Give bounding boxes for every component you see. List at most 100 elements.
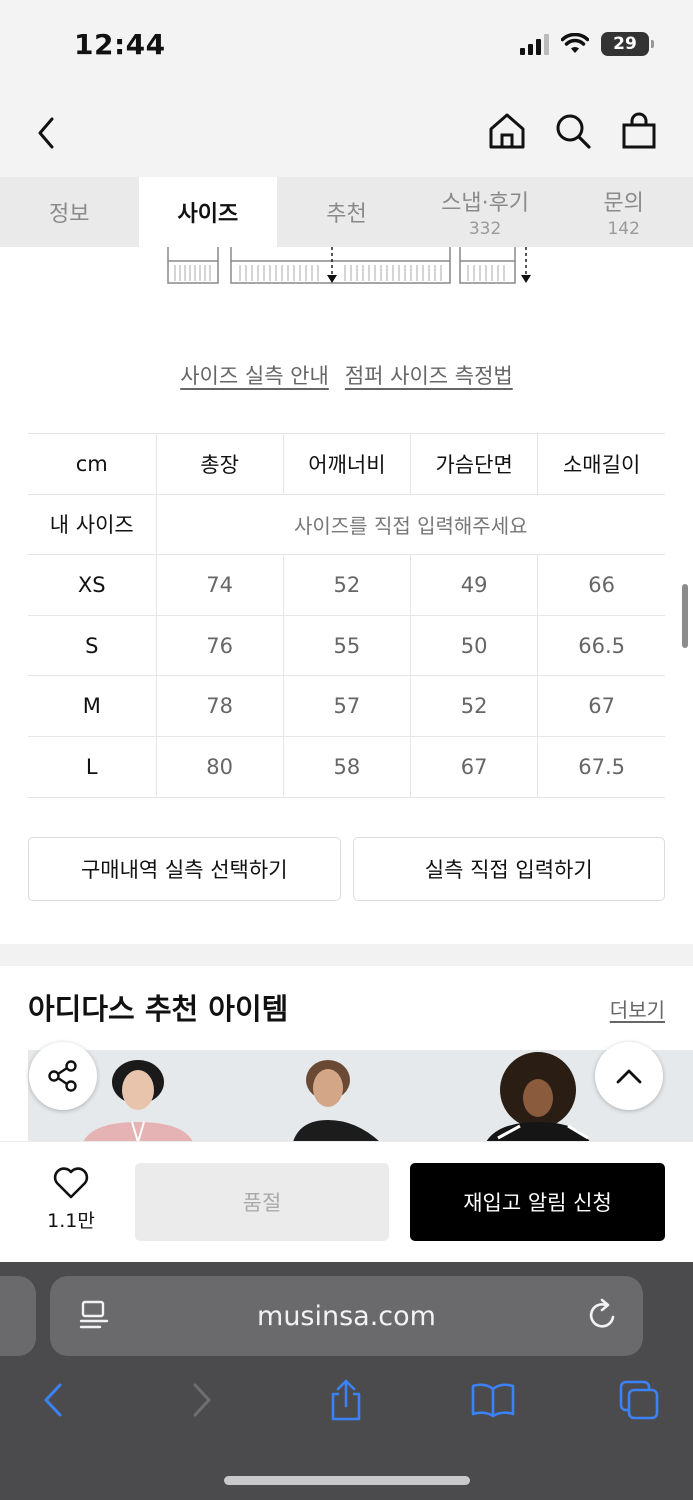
cellular-signal-icon: [520, 33, 549, 55]
chevron-left-icon: [38, 117, 54, 149]
select-from-purchases-button[interactable]: 구매내역 실측 선택하기: [28, 837, 341, 901]
table-header-cell: 어깨너비: [282, 433, 412, 495]
table-cell: 58: [282, 735, 412, 798]
table-cell: 80: [155, 735, 284, 798]
table-cell: 66.5: [537, 614, 665, 677]
table-cell: 67.5: [537, 735, 665, 798]
table-cell: 67: [537, 675, 665, 737]
tabs-icon: [619, 1380, 659, 1420]
like-button[interactable]: 1.1만: [40, 1166, 102, 1233]
back-button[interactable]: [34, 111, 74, 155]
status-time: 12:44: [74, 28, 166, 61]
product-tabs: 정보 사이즈 추천 스냅·후기 332 문의 142: [0, 177, 693, 247]
table-cell: 66: [537, 554, 665, 616]
browser-forward-button[interactable]: [177, 1372, 227, 1428]
table-row: S 76 55 50 66.5: [28, 614, 665, 677]
heart-icon: [53, 1167, 89, 1199]
measure-guide-link[interactable]: 점퍼 사이즈 측정법: [345, 360, 513, 390]
table-row: L 80 58 67 67.5: [28, 735, 665, 798]
table-cell: 67: [409, 735, 539, 798]
sold-out-button: 품절: [135, 1163, 389, 1241]
tab-label: 사이즈: [177, 202, 239, 227]
share-icon: [48, 1060, 77, 1092]
scrollbar[interactable]: [682, 584, 688, 648]
tab-label: 정보: [49, 202, 90, 227]
table-cell: 78: [155, 675, 284, 737]
tab-label: 스냅·후기: [441, 191, 530, 216]
tab-info[interactable]: 정보: [0, 177, 139, 247]
recommend-title: 아디다스 추천 아이템: [28, 992, 289, 1026]
table-row: M 78 57 52 67: [28, 675, 665, 737]
size-table: cm 총장 어깨너비 가슴단면 소매길이 내 사이즈 사이즈를 직접 입력해주세…: [28, 433, 665, 798]
tabs-button[interactable]: [614, 1372, 664, 1428]
tab-count: 332: [468, 219, 502, 239]
home-icon: [489, 113, 525, 149]
size-label: M: [28, 675, 157, 737]
home-button[interactable]: [487, 109, 527, 153]
previous-tab-preview[interactable]: [0, 1276, 36, 1356]
table-cell: 49: [409, 554, 539, 616]
chevron-up-icon: [616, 1069, 642, 1084]
tab-inquiry[interactable]: 문의 142: [554, 177, 693, 247]
measurement-diagram: [167, 247, 531, 284]
browser-back-button[interactable]: [28, 1372, 78, 1428]
browser-toolbar: musinsa.com: [0, 1262, 693, 1500]
like-count: 1.1만: [47, 1210, 95, 1232]
top-navigation: [0, 95, 693, 177]
book-icon: [471, 1383, 515, 1418]
size-label: XS: [28, 554, 157, 616]
table-header-row: cm 총장 어깨너비 가슴단면 소매길이: [28, 433, 665, 495]
tab-recommend[interactable]: 추천: [277, 177, 416, 247]
size-label: S: [28, 614, 157, 677]
table-header-cell: 가슴단면: [409, 433, 539, 495]
tab-snap-review[interactable]: 스냅·후기 332: [416, 177, 555, 247]
purchase-bar: 1.1만 품절 재입고 알림 신청: [0, 1141, 693, 1262]
table-cell: 52: [409, 675, 539, 737]
url-text: musinsa.com: [257, 1300, 436, 1332]
scroll-top-button[interactable]: [595, 1042, 663, 1110]
nav-actions: [487, 109, 659, 153]
size-guide-link[interactable]: 사이즈 실측 안내: [180, 360, 329, 390]
restock-alert-button[interactable]: 재입고 알림 신청: [410, 1163, 665, 1241]
my-size-row: 내 사이즈 사이즈를 직접 입력해주세요: [28, 493, 665, 556]
share-sheet-button[interactable]: [321, 1372, 371, 1428]
enter-measurement-button[interactable]: 실측 직접 입력하기: [352, 837, 665, 901]
measurement-actions: 구매내역 실측 선택하기 실측 직접 입력하기: [28, 837, 665, 901]
wifi-icon: [561, 33, 589, 53]
table-cell: 74: [155, 554, 284, 616]
size-guide-links: 사이즈 실측 안내 점퍼 사이즈 측정법: [0, 360, 693, 390]
table-cell: 50: [409, 614, 539, 677]
status-icons: 29: [520, 32, 654, 56]
search-button[interactable]: [553, 109, 593, 153]
size-label: L: [28, 735, 157, 798]
table-header-cell: 총장: [155, 433, 284, 495]
battery-icon: 29: [601, 32, 654, 56]
table-cell: 55: [282, 614, 412, 677]
my-size-label: 내 사이즈: [28, 493, 157, 556]
product-image[interactable]: [28, 1050, 693, 1142]
search-icon: [556, 114, 591, 149]
chevron-right-icon: [193, 1383, 211, 1417]
table-cell: 76: [155, 614, 284, 677]
table-cell: 57: [282, 675, 412, 737]
reload-icon[interactable]: [587, 1298, 619, 1332]
share-button[interactable]: [29, 1042, 97, 1110]
table-header-cell: cm: [28, 433, 157, 495]
tab-label: 문의: [603, 191, 644, 216]
browser-nav-buttons: [0, 1372, 693, 1432]
home-indicator: [224, 1476, 470, 1485]
bookmarks-button[interactable]: [468, 1372, 518, 1428]
my-size-input[interactable]: 사이즈를 직접 입력해주세요: [155, 493, 665, 556]
section-divider: [0, 944, 693, 966]
shopping-bag-icon: [622, 112, 656, 149]
cart-button[interactable]: [619, 109, 659, 153]
address-bar[interactable]: musinsa.com: [50, 1276, 643, 1356]
recommend-carousel: [28, 1050, 693, 1142]
tab-count: 142: [607, 219, 640, 239]
share-upload-icon: [331, 1379, 361, 1421]
more-link[interactable]: 더보기: [610, 994, 665, 1023]
table-cell: 52: [282, 554, 412, 616]
tab-size[interactable]: 사이즈: [138, 177, 278, 247]
table-header-cell: 소매길이: [537, 433, 665, 495]
chevron-left-icon: [44, 1383, 62, 1417]
